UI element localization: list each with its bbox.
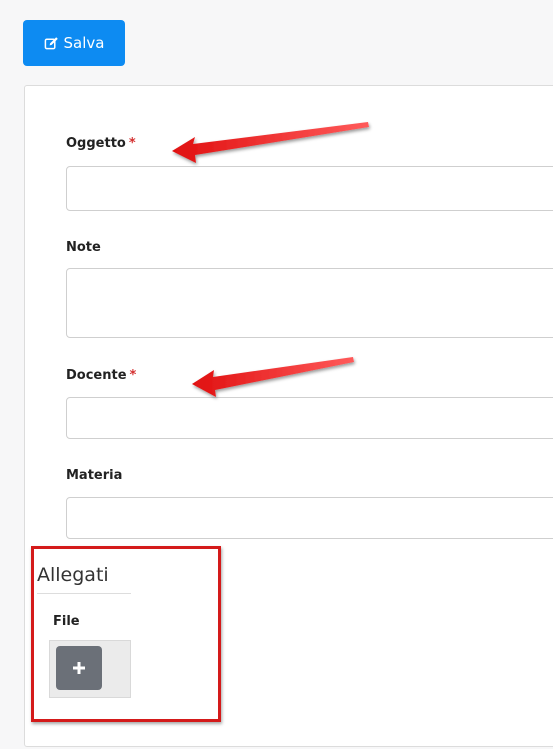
required-marker: * (129, 368, 137, 383)
oggetto-label: Oggetto * (66, 136, 136, 151)
pencil-square-icon (44, 36, 58, 49)
docente-label: Docente * (66, 368, 136, 383)
materia-input[interactable] (66, 497, 553, 539)
oggetto-label-text: Oggetto (66, 136, 126, 151)
note-label-text: Note (66, 240, 101, 255)
oggetto-input[interactable] (66, 166, 553, 211)
docente-input[interactable] (66, 397, 553, 439)
docente-label-text: Docente (66, 368, 127, 383)
note-textarea[interactable] (66, 268, 553, 338)
save-button[interactable]: Salva (23, 20, 125, 66)
required-marker: * (128, 136, 136, 151)
annotation-highlight-box (31, 546, 221, 722)
note-label: Note (66, 240, 101, 255)
materia-label-text: Materia (66, 468, 123, 483)
materia-label: Materia (66, 468, 122, 483)
save-label: Salva (63, 34, 105, 52)
